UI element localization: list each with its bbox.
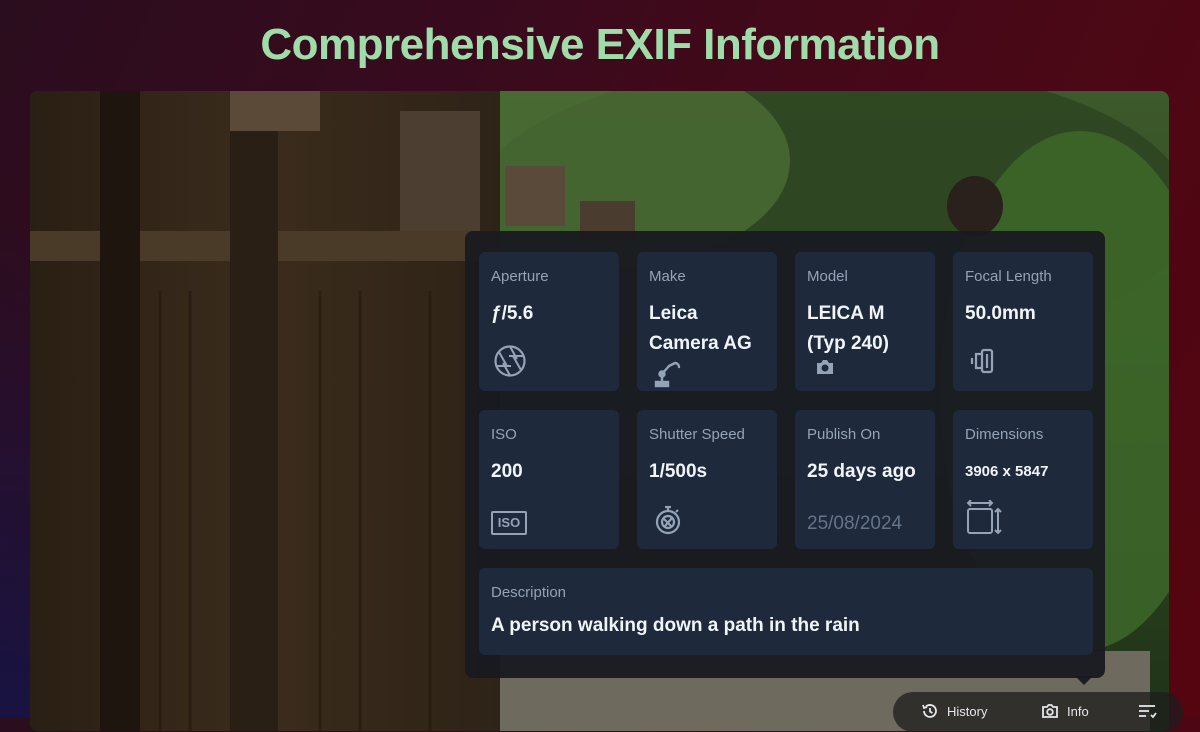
robot-arm-icon bbox=[654, 361, 681, 388]
info-label: Info bbox=[1067, 703, 1089, 719]
dimensions-label: Dimensions bbox=[965, 426, 1044, 443]
model-label: Model bbox=[807, 268, 848, 285]
focal-length-card: Focal Length 50.0mm bbox=[953, 252, 1093, 391]
model-value: LEICA M (Typ 240) bbox=[807, 299, 923, 359]
panel-pointer bbox=[1075, 676, 1093, 685]
focal-length-label: Focal Length bbox=[965, 268, 1052, 285]
focal-length-value: 50.0mm bbox=[965, 303, 1036, 324]
filter-icon bbox=[1139, 705, 1157, 719]
model-value-line1: LEICA M bbox=[807, 303, 885, 324]
model-value-line2: (Typ 240) bbox=[807, 333, 890, 354]
aperture-value: ƒ/5.6 bbox=[491, 303, 534, 324]
iso-card: ISO 200 ISO bbox=[479, 410, 619, 549]
publish-date: 25/08/2024 bbox=[807, 513, 903, 534]
description-label: Description bbox=[491, 584, 567, 601]
description-card: Description A person walking down a path… bbox=[479, 568, 1093, 655]
iso-value: 200 bbox=[491, 461, 523, 482]
aperture-card: Aperture ƒ/5.6 bbox=[479, 252, 619, 391]
page-headline: Comprehensive EXIF Information bbox=[260, 20, 940, 69]
history-button[interactable]: History bbox=[921, 702, 987, 720]
make-value-line1: Leica bbox=[649, 303, 698, 324]
publish-on-label: Publish On bbox=[807, 426, 881, 443]
iso-label: ISO bbox=[491, 426, 517, 443]
exif-info-panel: Aperture ƒ/5.6 Make Leica Camera AG Mode… bbox=[465, 231, 1105, 678]
shutter-speed-card: Shutter Speed 1/500s bbox=[637, 410, 777, 549]
filter-menu-button[interactable] bbox=[1137, 702, 1157, 720]
lens-icon bbox=[970, 348, 994, 374]
make-card: Make Leica Camera AG bbox=[637, 252, 777, 391]
shutter-speed-value: 1/500s bbox=[649, 461, 708, 482]
iso-icon: ISO bbox=[491, 511, 527, 535]
make-value-line2: Camera AG bbox=[649, 333, 752, 354]
make-value: Leica Camera AG bbox=[649, 299, 765, 359]
publish-on-card: Publish On 25 days ago 25/08/2024 bbox=[795, 410, 935, 549]
description-value: A person walking down a path in the rain bbox=[491, 615, 860, 636]
publish-on-value: 25 days ago bbox=[807, 461, 916, 482]
dimensions-value: 3906 x 5847 bbox=[965, 463, 1049, 480]
aperture-label: Aperture bbox=[491, 268, 549, 285]
shutter-speed-label: Shutter Speed bbox=[649, 426, 745, 443]
dimensions-icon bbox=[966, 500, 1002, 535]
info-button[interactable]: Info bbox=[1041, 702, 1089, 720]
history-icon bbox=[922, 704, 937, 718]
history-label: History bbox=[947, 703, 988, 719]
camera-icon bbox=[817, 360, 833, 374]
make-label: Make bbox=[649, 268, 686, 285]
photo-toolbar: History Info bbox=[893, 692, 1183, 732]
dimensions-card: Dimensions 3906 x 5847 bbox=[953, 410, 1093, 549]
model-card: Model LEICA M (Typ 240) bbox=[795, 252, 935, 391]
camera-info-icon bbox=[1042, 704, 1058, 718]
stopwatch-icon bbox=[655, 505, 681, 535]
aperture-icon bbox=[494, 345, 526, 377]
